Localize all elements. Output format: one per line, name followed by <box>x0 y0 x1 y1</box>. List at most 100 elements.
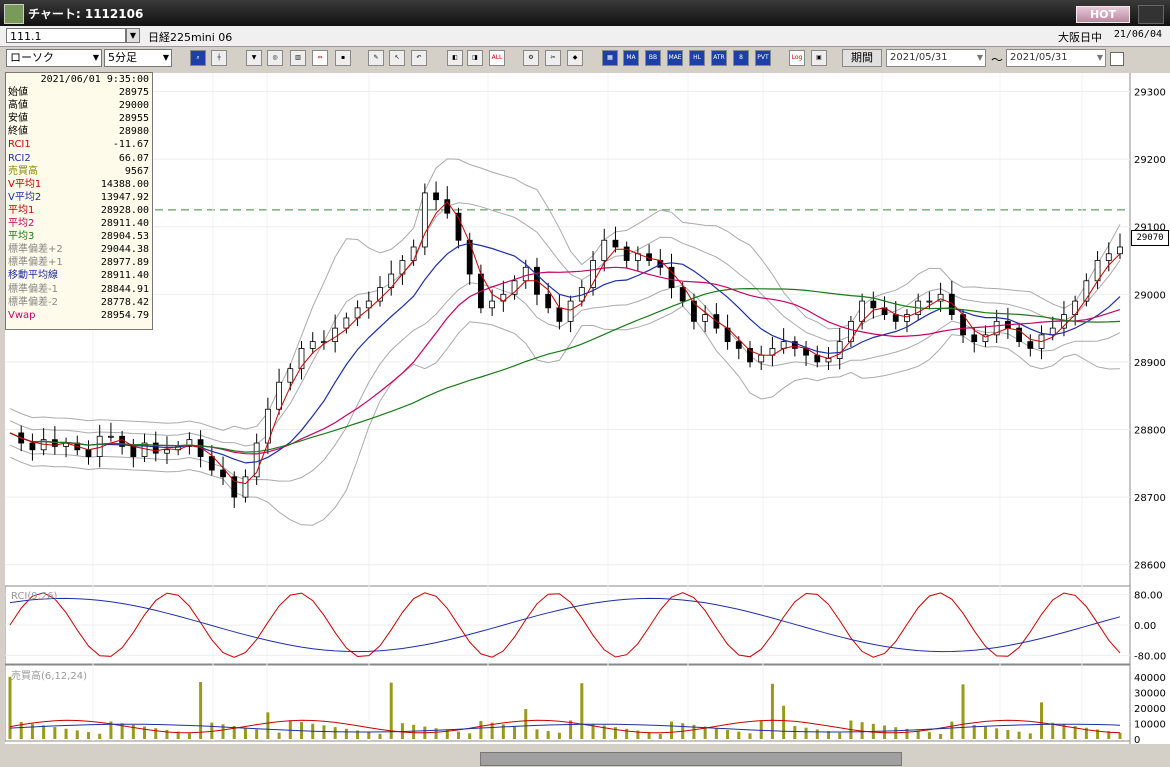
volume-bar <box>378 733 382 739</box>
volume-bar <box>580 683 584 739</box>
candle-body <box>825 358 832 363</box>
data-panel-row: 標準偏差-1 28844.91 <box>6 283 152 296</box>
data-panel-row: RCI1 -11.67 <box>6 138 152 151</box>
data-panel-label: 標準偏差+2 <box>8 244 63 256</box>
candle-body <box>926 300 933 303</box>
candle-left-icon[interactable]: ◧ <box>447 50 463 66</box>
date-from-input[interactable]: 2021/05/31 ▼ <box>886 49 986 67</box>
candle-body <box>545 293 552 309</box>
compare-icon[interactable]: ⇔ <box>312 50 328 66</box>
rci-tick-label: 0.00 <box>1134 621 1156 632</box>
data-panel-value: 14388.00 <box>100 178 149 190</box>
grid-icon[interactable]: ▦ <box>602 50 618 66</box>
period-checkbox[interactable] <box>1110 52 1124 66</box>
rci-label: RCI(9,26) <box>11 591 58 602</box>
pencil-icon[interactable]: ✎ <box>368 50 384 66</box>
candle-body <box>164 449 170 454</box>
mae-button[interactable]: MAE <box>667 50 683 66</box>
volume-bar <box>535 729 539 739</box>
data-panel-label: 標準偏差+1 <box>8 257 63 269</box>
scrollbar[interactable] <box>480 752 902 766</box>
volume-tick-label: 20000 <box>1134 704 1166 715</box>
candle-body <box>1105 253 1112 261</box>
pvt-button[interactable]: PVT <box>755 50 771 66</box>
volume-panel: 売買高(6,12,24) <box>8 669 1122 739</box>
data-panel-row: RCI2 66.07 <box>6 152 152 165</box>
log-button[interactable]: Log <box>789 50 805 66</box>
interval-select[interactable]: 5分足 ▼ <box>104 49 172 67</box>
volume-bar <box>714 728 718 739</box>
data-panel-label: V平均2 <box>8 191 42 203</box>
all-button[interactable]: ALL <box>489 50 505 66</box>
volume-bar <box>748 733 752 739</box>
tools-icon[interactable]: ✂ <box>545 50 561 66</box>
data-panel-row: 安値 28955 <box>6 112 152 125</box>
data-panel-row: 標準偏差-2 28778.42 <box>6 296 152 309</box>
ma-button[interactable]: MA <box>623 50 639 66</box>
volume-bar <box>1040 702 1044 739</box>
volume-bar <box>277 732 281 739</box>
window-icon[interactable]: ▣ <box>811 50 827 66</box>
volume-tick-label: 40000 <box>1134 673 1166 684</box>
candle-body <box>522 266 529 282</box>
undo-icon[interactable]: ↶ <box>411 50 427 66</box>
volume-tick-label: 0 <box>1134 735 1140 744</box>
period-button[interactable]: 期間 <box>842 49 882 67</box>
data-panel-value: 9567 <box>124 165 149 177</box>
price-tick-label: 28600 <box>1134 561 1166 572</box>
volume-bar <box>670 721 674 739</box>
bar-chart-icon[interactable]: ▥ <box>290 50 306 66</box>
bb-button[interactable]: BB <box>645 50 661 66</box>
volume-bar <box>98 733 102 739</box>
data-panel-label: 平均3 <box>8 231 35 243</box>
data-panel-label: Vwap <box>8 309 36 321</box>
data-panel-row: 平均2 28911.40 <box>6 217 152 230</box>
bollinger-band-line <box>9 305 1121 526</box>
chart-area[interactable]: RCI(9,26) 売買高(6,12,24) 29300 29200 29100 29… <box>4 73 1170 758</box>
search-chart-icon[interactable]: ◎ <box>267 50 283 66</box>
volume-frame <box>4 664 1131 742</box>
volume-bar <box>8 676 12 739</box>
volume-bar <box>838 732 842 739</box>
volume-bar <box>793 726 797 739</box>
candle-body <box>433 192 439 201</box>
code-input[interactable]: 111.1 <box>6 28 126 43</box>
volume-bar <box>468 733 472 739</box>
volume-bar <box>1051 722 1055 739</box>
crosshair-icon[interactable]: ┼ <box>211 50 227 66</box>
data-panel-value: 28954.79 <box>100 309 149 321</box>
color-icon[interactable]: ◆ <box>567 50 583 66</box>
data-panel-value: 28904.53 <box>100 231 149 243</box>
chart-type-select[interactable]: ローソク ▼ <box>6 49 102 67</box>
data-panel-row: 高値 29000 <box>6 99 152 112</box>
candle-body <box>836 341 843 359</box>
zoom-icon[interactable]: ⌕ <box>190 50 206 66</box>
data-panel-label: 高値 <box>8 100 28 112</box>
code-dropdown-icon[interactable]: ▼ <box>126 28 140 43</box>
volume-bar <box>243 727 247 739</box>
data-panel-value: 28844.91 <box>100 283 149 295</box>
disabled-icon[interactable]: ▪ <box>335 50 351 66</box>
data-panel: 2021/06/01 9:35:00 始値 28975 高値 29000 安値 28955… <box>5 72 153 330</box>
volume-bar <box>456 731 460 739</box>
cursor-icon[interactable]: ↖ <box>389 50 405 66</box>
candle-body <box>612 239 619 248</box>
volume-bar <box>1118 732 1122 739</box>
candle-body <box>332 327 339 343</box>
candle-right-icon[interactable]: ◨ <box>467 50 483 66</box>
date-to-input[interactable]: 2021/05/31 ▼ <box>1006 49 1106 67</box>
download-icon[interactable]: ▼ <box>246 50 262 66</box>
price-tick-label: 29200 <box>1134 155 1166 166</box>
candle-body <box>567 300 574 322</box>
hl-button[interactable]: HL <box>689 50 705 66</box>
price-tick-label: 28800 <box>1134 426 1166 437</box>
candle-body <box>287 368 294 383</box>
atr-button[interactable]: ATR <box>711 50 727 66</box>
settings-icon[interactable]: ⚙ <box>523 50 539 66</box>
candles <box>18 181 1123 508</box>
hot-button[interactable]: HOT <box>1076 6 1130 23</box>
price-tick-label: 29300 <box>1134 88 1166 99</box>
indicator-icon[interactable]: 8 <box>733 50 749 66</box>
close-button[interactable] <box>1138 5 1164 24</box>
candle-body <box>556 307 563 322</box>
